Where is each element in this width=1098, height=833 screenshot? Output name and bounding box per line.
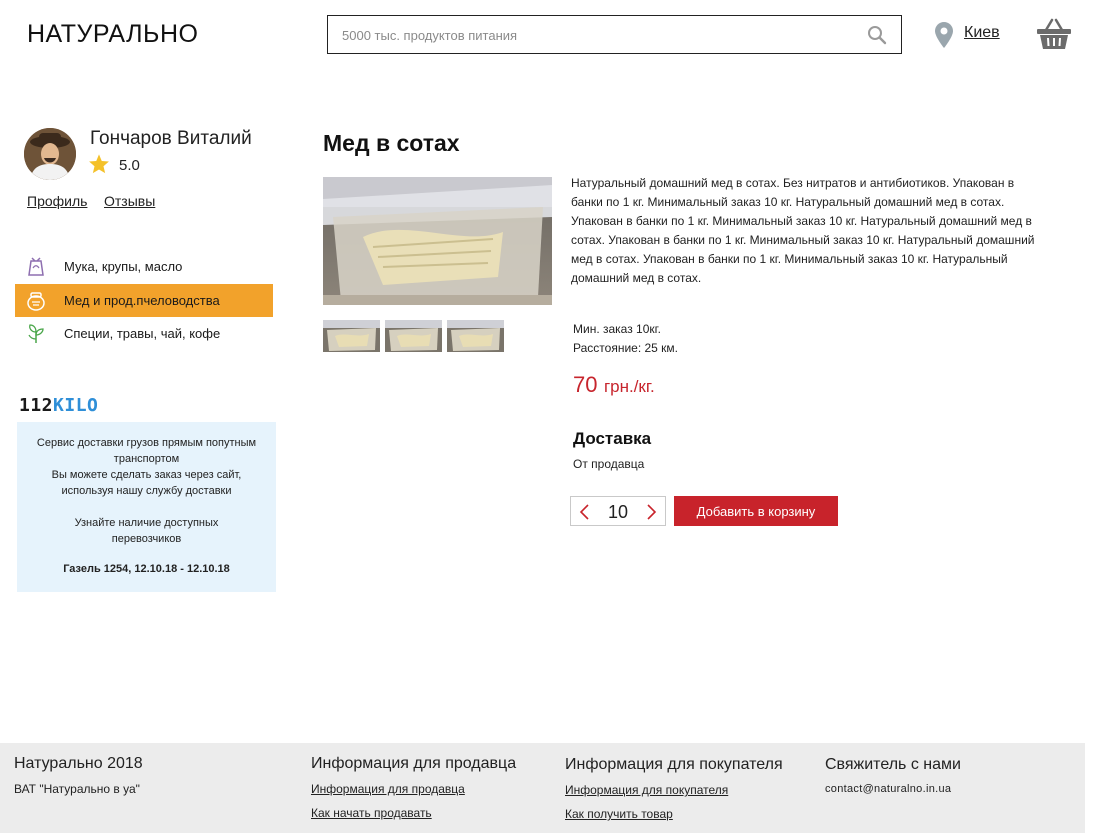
star-icon [89,154,109,174]
min-order: Мин. заказ 10кг. [573,322,661,336]
promo-text: Вы можете сделать заказ через сайт, испо… [51,469,242,497]
product-main-image[interactable] [323,177,552,305]
seller-avatar[interactable] [24,128,76,180]
quantity-stepper: 10 [570,496,666,526]
category-honey[interactable]: Мед и прод.пчеловодства [15,284,273,317]
product-thumbnail[interactable] [447,320,504,352]
distance: Расстояние: 25 км. [573,341,678,355]
product-price: 70 грн./кг. [573,372,655,398]
promo-text: Сервис доставки грузов прямым попутным т… [36,437,257,465]
112kilo-logo[interactable]: 112KILO [19,395,98,416]
search-box [327,15,902,54]
delivery-source: От продавца [573,457,645,471]
chevron-left-icon[interactable] [577,503,593,521]
footer-link-get-goods[interactable]: Как получить товар [565,807,673,821]
footer: Натурально 2018 ВАТ "Натурально в уа" Ин… [0,743,1085,833]
profile-link[interactable]: Профиль [27,193,87,209]
product-title: Мед в сотах [323,130,460,156]
footer-link-start-selling[interactable]: Как начать продавать [311,806,432,820]
category-label: Мука, крупы, масло [64,259,183,274]
product-thumbnail[interactable] [323,320,380,352]
map-pin-icon [935,22,953,48]
site-logo[interactable]: НАТУРАЛЬНО [27,20,198,49]
chevron-right-icon[interactable] [643,503,659,521]
footer-buyer-title: Информация для покупателя [565,756,783,773]
basket-icon[interactable] [1036,18,1072,50]
footer-link-buyer-info[interactable]: Информация для покупателя [565,783,728,797]
price-unit: грн./кг. [603,377,655,396]
search-icon[interactable] [867,25,887,45]
category-label: Мед и прод.пчеловодства [64,293,220,308]
search-input[interactable] [342,25,862,45]
promo-text: Узнайте наличие доступных перевозчиков [74,517,219,545]
reviews-link[interactable]: Отзывы [104,193,155,209]
category-flour[interactable]: Мука, крупы, масло [15,250,273,283]
footer-email[interactable]: contact@naturalno.in.ua [825,783,951,795]
product-description: Натуральный домашний мед в сотах. Без ни… [571,176,1035,285]
delivery-heading: Доставка [573,429,652,448]
category-spices[interactable]: Специи, травы, чай, кофе [15,317,273,350]
city-selector[interactable]: Киев [964,24,1000,42]
footer-company-name: ВАТ "Натурально в уа" [14,782,140,796]
delivery-promo-box: Сервис доставки грузов прямым попутным т… [17,422,276,592]
quantity-value[interactable]: 10 [599,502,637,523]
honey-pot-icon [27,292,45,311]
footer-link-seller-info[interactable]: Информация для продавца [311,782,465,796]
footer-contact-title: Свяжитель с нами [825,756,961,773]
add-to-cart-button[interactable]: Добавить в корзину [674,496,838,526]
product-thumbnail[interactable] [385,320,442,352]
footer-company-title: Натурально 2018 [14,755,143,772]
flour-bag-icon [28,257,44,276]
seller-name[interactable]: Гончаров Виталий [90,128,252,150]
seller-rating: 5.0 [119,157,140,174]
category-label: Специи, травы, чай, кофе [64,326,221,341]
price-amount: 70 [573,372,598,397]
promo-carrier[interactable]: Газель 1254, 12.10.18 - 12.10.18 [27,563,266,575]
footer-seller-title: Информация для продавца [311,755,517,772]
herbs-icon [28,324,44,343]
